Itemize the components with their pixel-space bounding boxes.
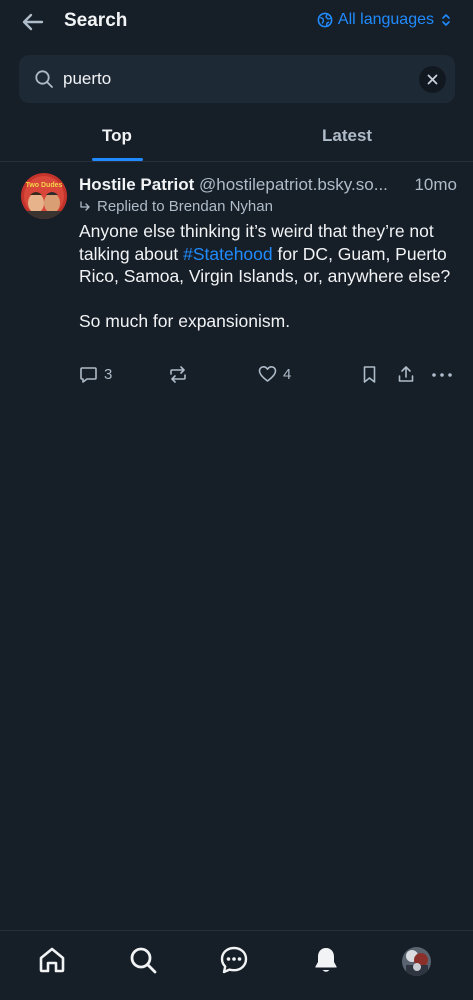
page-title: Search	[64, 10, 128, 31]
search-bar	[19, 55, 455, 103]
share-icon	[398, 366, 414, 382]
reply-context[interactable]: Replied to Brendan Nyhan	[79, 198, 273, 215]
language-selector[interactable]: All languages	[317, 11, 453, 29]
like-button[interactable]: 4	[258, 365, 291, 383]
clear-search-button[interactable]	[419, 66, 446, 93]
post-timestamp[interactable]: 10mo	[410, 174, 457, 196]
chat-icon[interactable]	[219, 945, 249, 975]
globe-icon	[317, 12, 333, 28]
post-text-paragraph2: So much for expansionism.	[79, 311, 291, 331]
bookmark-icon	[363, 366, 376, 383]
chevron-up-down-icon	[439, 12, 453, 28]
like-count: 4	[283, 365, 292, 383]
search-icon	[34, 69, 54, 94]
post-header: Hostile Patriot @hostilepatriot.bsky.so.…	[79, 174, 463, 196]
header: Search All languages	[0, 0, 473, 44]
reply-context-text: Replied to Brendan Nyhan	[97, 198, 273, 215]
more-options-button[interactable]	[431, 365, 453, 384]
reply-arrow-icon	[80, 200, 90, 211]
bottom-navigation	[0, 930, 473, 1000]
home-icon[interactable]	[37, 945, 67, 975]
repost-button[interactable]	[168, 365, 188, 384]
post-body: Anyone else thinking it’s weird that the…	[79, 220, 454, 333]
back-arrow-icon[interactable]	[20, 9, 46, 35]
reply-button[interactable]: 3	[79, 365, 112, 384]
search-screen: Search All languages puerto Top Latest T…	[0, 0, 473, 1000]
author-handle[interactable]: @hostilepatriot.bsky.so...	[199, 175, 388, 194]
author-avatar[interactable]: Two Dudes	[21, 173, 67, 219]
active-tab-indicator	[92, 158, 143, 161]
tab-latest[interactable]: Latest	[322, 126, 372, 146]
heart-icon	[258, 366, 277, 382]
more-horizontal-icon	[432, 373, 452, 377]
bookmark-button[interactable]	[361, 365, 378, 384]
repost-icon	[170, 366, 186, 383]
notifications-icon[interactable]	[311, 945, 341, 975]
comment-icon	[80, 367, 97, 383]
post-actions: 3 4	[79, 365, 459, 387]
search-nav-icon[interactable]	[128, 945, 158, 975]
avatar-logo-text: Two Dudes	[26, 182, 63, 189]
language-label: All languages	[337, 11, 434, 28]
author-name[interactable]: Hostile Patriot	[79, 175, 194, 194]
hashtag-link[interactable]: #Statehood	[183, 244, 273, 264]
results-tabs: Top Latest	[0, 112, 473, 162]
reply-count: 3	[104, 366, 113, 383]
search-input[interactable]	[63, 65, 403, 93]
share-button[interactable]	[397, 365, 415, 384]
post-item[interactable]: Two Dudes Hostile Patriot @hostilepatrio…	[0, 162, 473, 402]
close-icon	[427, 74, 438, 85]
profile-avatar[interactable]	[402, 947, 431, 976]
tab-top[interactable]: Top	[102, 126, 132, 146]
